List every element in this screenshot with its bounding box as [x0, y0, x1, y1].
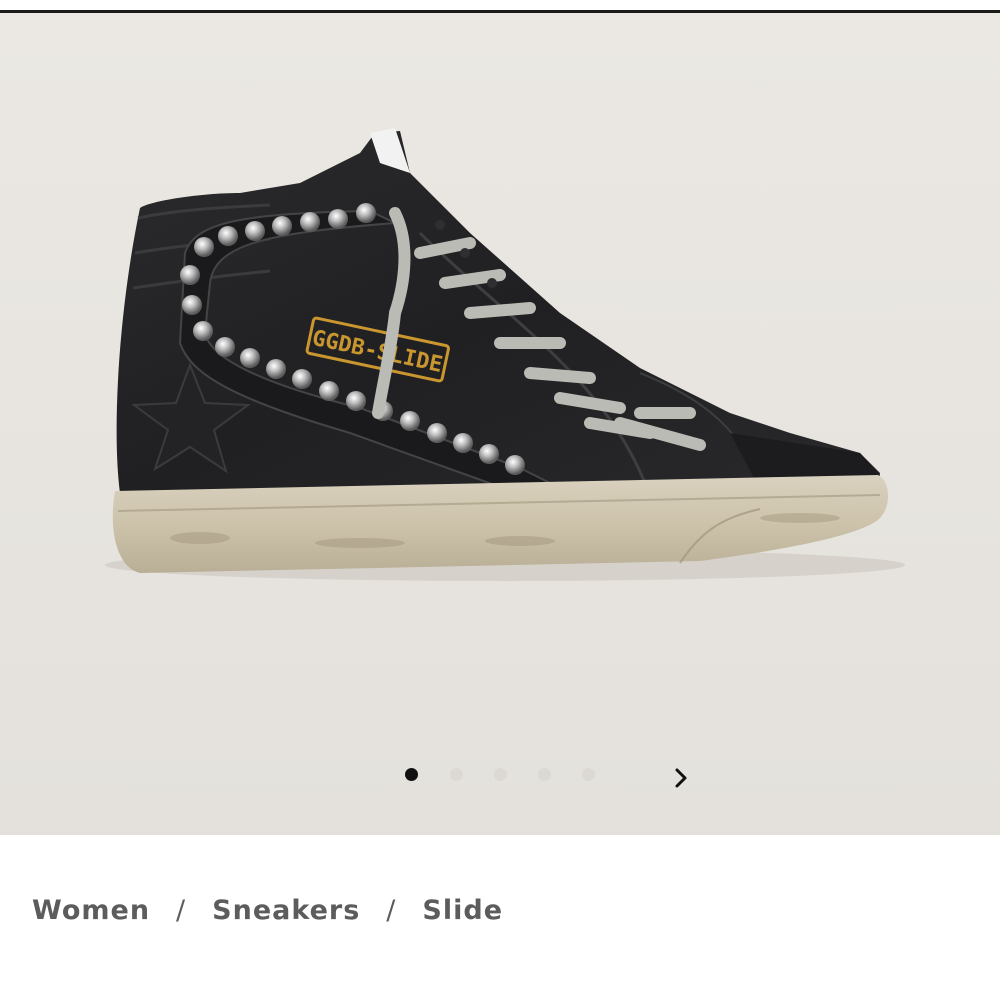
breadcrumb-item-slide[interactable]: Slide: [422, 895, 503, 926]
carousel-dot-2[interactable]: [450, 768, 463, 781]
breadcrumb-separator: /: [386, 894, 397, 926]
product-image: GGDB-SLIDE: [105, 128, 905, 581]
breadcrumb-item-women[interactable]: Women: [32, 895, 150, 926]
carousel-dot-3[interactable]: [494, 768, 507, 781]
chevron-right-icon[interactable]: [668, 765, 694, 791]
breadcrumb-item-sneakers[interactable]: Sneakers: [212, 895, 360, 926]
breadcrumb-separator: /: [176, 894, 187, 926]
carousel-dot-5[interactable]: [582, 768, 595, 781]
product-image-gallery[interactable]: GGDB-SLIDE: [0, 13, 1000, 835]
carousel-dot-1[interactable]: [405, 768, 418, 781]
breadcrumb: Women / Sneakers / Slide: [32, 885, 503, 935]
carousel-dot-4[interactable]: [538, 768, 551, 781]
